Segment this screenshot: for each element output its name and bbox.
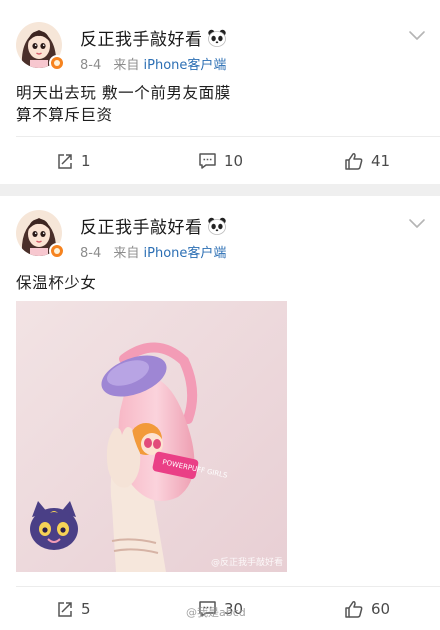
comment-count: 10 — [224, 152, 244, 170]
source-client-link[interactable]: iPhone客户端 — [144, 58, 227, 73]
like-button[interactable]: 41 — [344, 146, 390, 176]
comment-icon — [199, 601, 216, 617]
post-photo[interactable]: POWERPUFF GIRLS @反正我手敲好看 — [16, 301, 287, 572]
source-prefix: 来自 — [113, 58, 140, 73]
like-count: 41 — [371, 152, 391, 170]
chevron-down-icon[interactable] — [408, 30, 426, 42]
comment-button[interactable]: 10 — [198, 146, 243, 176]
post-meta: 8-4 来自 iPhone客户端 — [80, 242, 226, 261]
username[interactable]: 反正我手敲好看 — [80, 25, 227, 50]
post-card[interactable]: 反正我手敲好看 8-4 来自 iPhone客户端 保温杯少女 POWERPUFF… — [0, 196, 440, 630]
avatar[interactable] — [16, 22, 65, 71]
comment-icon — [199, 153, 216, 169]
username-text[interactable]: 反正我手敲好看 — [80, 213, 203, 238]
comment-button[interactable]: 30 — [198, 594, 243, 624]
source-client-link[interactable]: iPhone客户端 — [144, 246, 227, 261]
post-date: 8-4 — [80, 246, 102, 261]
repost-button[interactable]: 5 — [56, 594, 91, 624]
photo-watermark: @反正我手敲好看 — [210, 558, 283, 568]
verified-badge — [49, 243, 65, 259]
repost-icon — [58, 154, 72, 169]
action-bar: 1 10 41 — [0, 146, 440, 176]
post-date: 8-4 — [80, 58, 102, 73]
panda-icon — [207, 29, 226, 47]
like-count: 60 — [371, 600, 391, 618]
repost-button[interactable]: 1 — [56, 146, 91, 176]
chevron-down-icon[interactable] — [408, 218, 426, 230]
divider — [16, 586, 440, 587]
like-button[interactable]: 60 — [344, 594, 390, 624]
verified-badge — [49, 55, 65, 71]
photo-thermos-bottle: POWERPUFF GIRLS — [16, 301, 287, 572]
avatar[interactable] — [16, 210, 65, 259]
repost-count: 1 — [81, 152, 91, 170]
divider — [16, 136, 440, 137]
post-meta: 8-4 来自 iPhone客户端 — [80, 54, 226, 73]
repost-count: 5 — [81, 600, 91, 618]
username-text[interactable]: 反正我手敲好看 — [80, 25, 203, 50]
panda-icon — [207, 217, 226, 235]
post-text: 明天出去玩 敷一个前男友面膜 算不算斥巨资 — [16, 84, 231, 124]
like-icon — [345, 153, 363, 170]
comment-count: 30 — [224, 600, 244, 618]
action-bar: 5 30 60 — [0, 594, 440, 624]
repost-icon — [58, 602, 72, 617]
post-card[interactable]: 反正我手敲好看 8-4 来自 iPhone客户端 明天出去玩 敷一个前男友面膜 … — [0, 0, 440, 184]
source-prefix: 来自 — [113, 246, 140, 261]
like-icon — [345, 601, 363, 618]
post-text: 保温杯少女 — [16, 274, 97, 292]
username[interactable]: 反正我手敲好看 — [80, 213, 227, 238]
